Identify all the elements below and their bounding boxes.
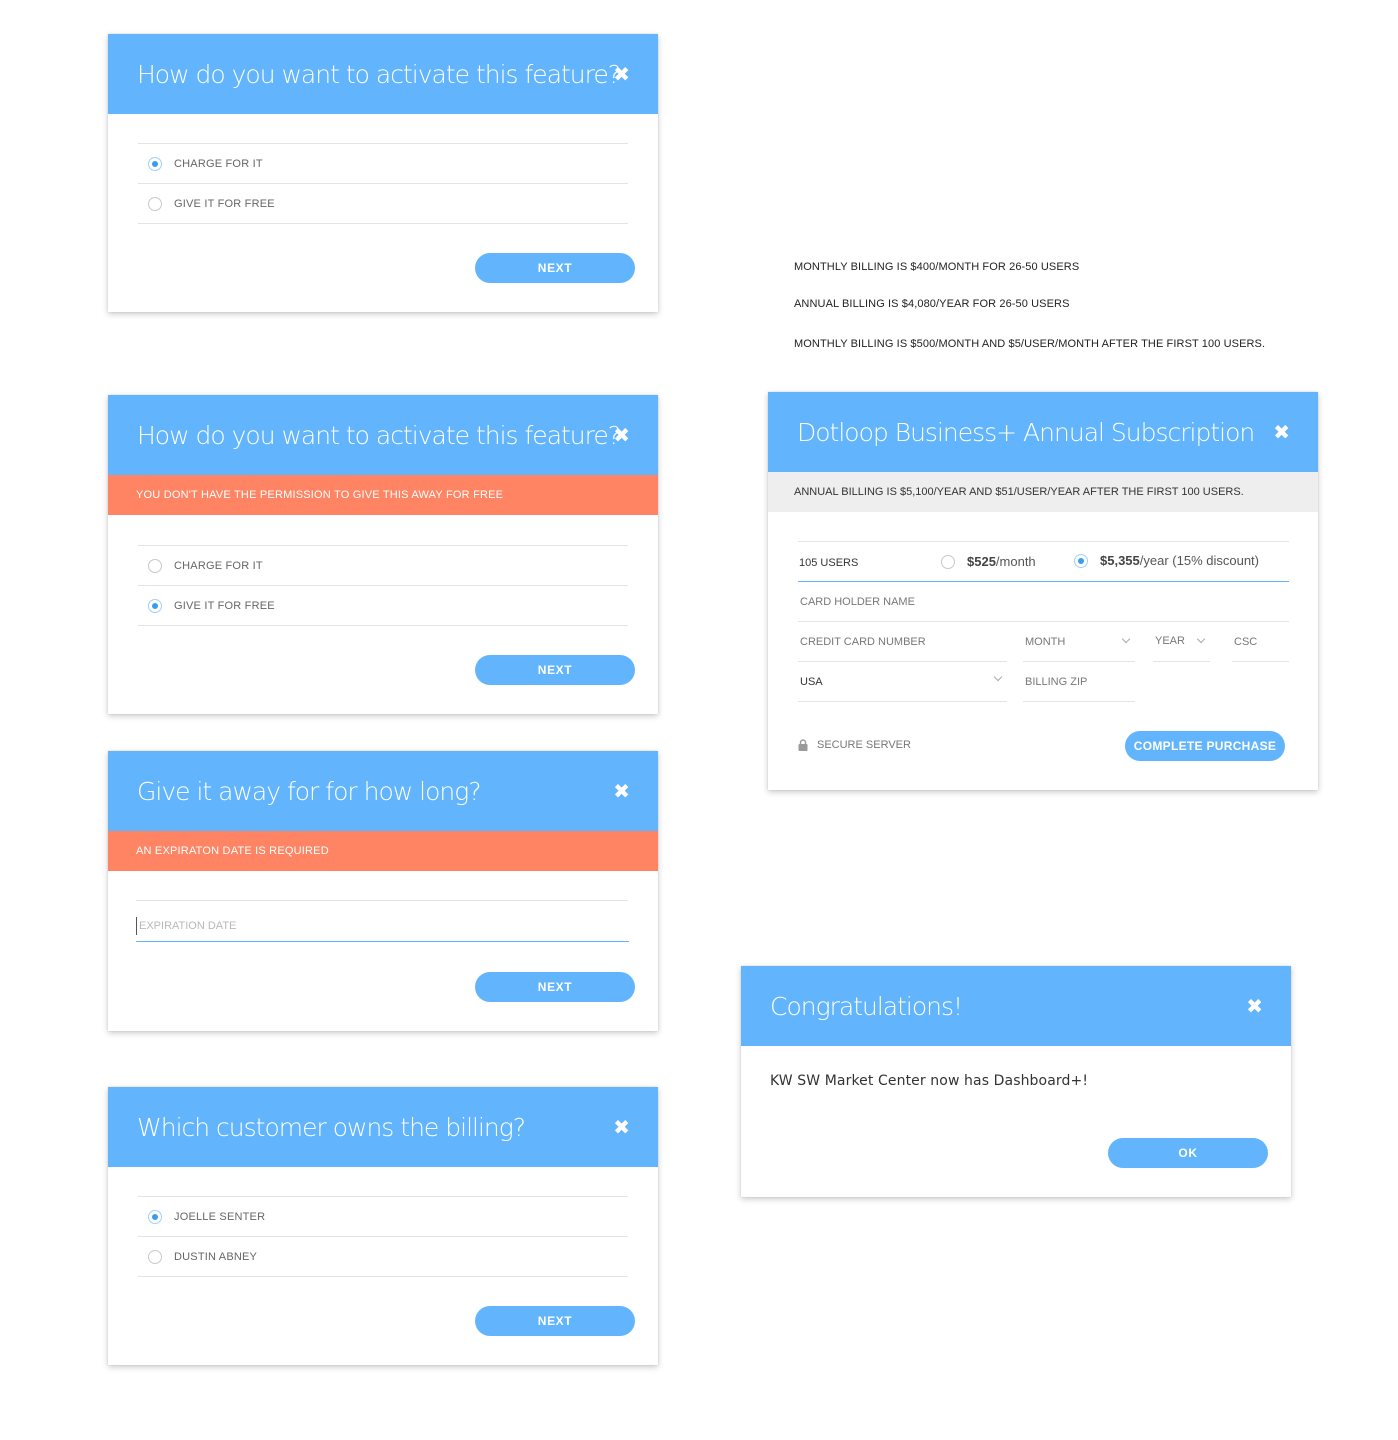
dialog-title: Which customer owns the billing? [137,1112,526,1142]
secure-server-label: SECURE SERVER [817,739,911,751]
congratulations-message: KW SW Market Center now has Dashboard+! [770,1073,1089,1089]
radio-checked-icon[interactable] [148,1209,162,1224]
annual-billing-info: ANNUAL BILLING IS $5,100/YEAR AND $51/US… [768,472,1318,512]
monthly-plan-option[interactable]: $525 /month [941,554,1036,569]
close-icon[interactable]: ✖ [613,64,630,84]
dialog-header: Dotloop Business+ Annual Subscription ✖ [768,392,1318,472]
dialog-header: How do you want to activate this feature… [108,395,658,475]
card-holder-name-placeholder: CARD HOLDER NAME [800,595,915,608]
radio-unchecked-icon[interactable] [148,1249,162,1264]
yearly-suffix: /year (15% discount) [1139,553,1259,568]
chevron-down-icon [1121,634,1131,644]
country-value: USA [800,675,823,688]
option-list: JOELLE SENTER DUSTIN ABNEY [138,1196,628,1277]
close-icon[interactable]: ✖ [613,425,630,445]
divider [136,900,628,901]
yearly-price: $5,355 [1100,553,1140,568]
radio-checked-icon[interactable] [148,156,162,171]
option-give-it-for-free[interactable]: GIVE IT FOR FREE [138,586,628,626]
subscription-dialog: Dotloop Business+ Annual Subscription ✖ … [768,392,1318,790]
option-list: CHARGE FOR IT GIVE IT FOR FREE [138,143,628,224]
dialog-header: Congratulations! ✖ [741,966,1291,1046]
activate-feature-dialog: How do you want to activate this feature… [108,34,658,312]
option-label: CHARGE FOR IT [174,559,263,572]
csc-field[interactable]: CSC [1232,622,1289,662]
option-give-it-for-free[interactable]: GIVE IT FOR FREE [138,184,628,224]
month-select-label: MONTH [1025,635,1066,648]
card-holder-name-field[interactable]: CARD HOLDER NAME [798,582,1289,622]
permission-alert: YOU DON'T HAVE THE PERMISSION TO GIVE TH… [108,475,658,515]
billing-zip-placeholder: BILLING ZIP [1025,675,1088,688]
dialog-title: Give it away for for how long? [137,776,481,806]
dialog-header: How do you want to activate this feature… [108,34,658,114]
user-count: 105 USERS [799,557,859,569]
billing-customer-dialog: Which customer owns the billing? ✖ JOELL… [108,1087,658,1365]
expiration-date-placeholder: EXPIRATION DATE [139,920,237,932]
complete-purchase-button[interactable]: COMPLETE PURCHASE [1125,731,1285,761]
plan-row: 105 USERS $525 /month $5,355 /year (15% … [798,542,1289,582]
yearly-plan-option[interactable]: $5,355 /year (15% discount) [1074,553,1259,568]
option-charge-for-it[interactable]: CHARGE FOR IT [138,144,628,184]
option-customer-joelle-senter[interactable]: JOELLE SENTER [138,1197,628,1237]
year-select-label: YEAR [1155,634,1185,647]
monthly-price: $525 [967,554,996,569]
lock-icon [798,739,808,751]
credit-card-number-placeholder: CREDIT CARD NUMBER [800,635,926,648]
close-icon[interactable]: ✖ [613,1117,630,1137]
dialog-title: How do you want to activate this feature… [137,59,621,89]
chevron-down-icon [1196,634,1206,644]
month-select[interactable]: MONTH [1023,622,1135,662]
secure-server-indicator: SECURE SERVER [798,739,911,751]
give-away-duration-dialog: Give it away for for how long? ✖ AN EXPI… [108,751,658,1031]
close-icon[interactable]: ✖ [1273,422,1290,442]
expiration-alert: AN EXPIRATON DATE IS REQUIRED [108,831,658,871]
billing-note: MONTHLY BILLING IS $400/MONTH FOR 26-50 … [794,261,1080,273]
year-select[interactable]: YEAR [1153,622,1210,662]
radio-unchecked-icon[interactable] [148,196,162,211]
option-customer-dustin-abney[interactable]: DUSTIN ABNEY [138,1237,628,1277]
dialog-title: Dotloop Business+ Annual Subscription [797,417,1255,447]
next-button[interactable]: NEXT [475,1306,635,1336]
credit-card-number-field[interactable]: CREDIT CARD NUMBER [798,622,1007,662]
billing-note: MONTHLY BILLING IS $500/MONTH AND $5/USE… [794,338,1266,350]
option-label: GIVE IT FOR FREE [174,197,275,210]
radio-checked-icon[interactable] [148,598,162,613]
billing-zip-field[interactable]: BILLING ZIP [1023,662,1135,702]
close-icon[interactable]: ✖ [1246,996,1263,1016]
country-select[interactable]: USA [798,662,1007,702]
next-button[interactable]: NEXT [475,253,635,283]
next-button[interactable]: NEXT [475,972,635,1002]
monthly-suffix: /month [995,554,1036,569]
close-icon[interactable]: ✖ [613,781,630,801]
dialog-header: Give it away for for how long? ✖ [108,751,658,831]
next-button[interactable]: NEXT [475,655,635,685]
radio-checked-icon[interactable] [1074,553,1088,568]
dialog-title: How do you want to activate this feature… [137,420,621,450]
text-cursor [136,917,137,935]
radio-unchecked-icon[interactable] [941,554,955,569]
chevron-down-icon [993,672,1003,682]
billing-note: ANNUAL BILLING IS $4,080/YEAR FOR 26-50 … [794,298,1070,310]
option-label: DUSTIN ABNEY [174,1250,258,1263]
radio-unchecked-icon[interactable] [148,558,162,573]
dialog-header: Which customer owns the billing? ✖ [108,1087,658,1167]
option-label: GIVE IT FOR FREE [174,599,275,612]
option-label: CHARGE FOR IT [174,157,263,170]
option-charge-for-it[interactable]: CHARGE FOR IT [138,546,628,586]
ok-button[interactable]: OK [1108,1138,1268,1168]
option-label: JOELLE SENTER [174,1210,266,1223]
csc-placeholder: CSC [1234,635,1258,648]
expiration-date-input[interactable]: EXPIRATION DATE [136,911,629,942]
option-list: CHARGE FOR IT GIVE IT FOR FREE [138,545,628,626]
congratulations-dialog: Congratulations! ✖ KW SW Market Center n… [741,966,1291,1197]
dialog-title: Congratulations! [770,991,963,1021]
activate-feature-dialog-error: How do you want to activate this feature… [108,395,658,714]
